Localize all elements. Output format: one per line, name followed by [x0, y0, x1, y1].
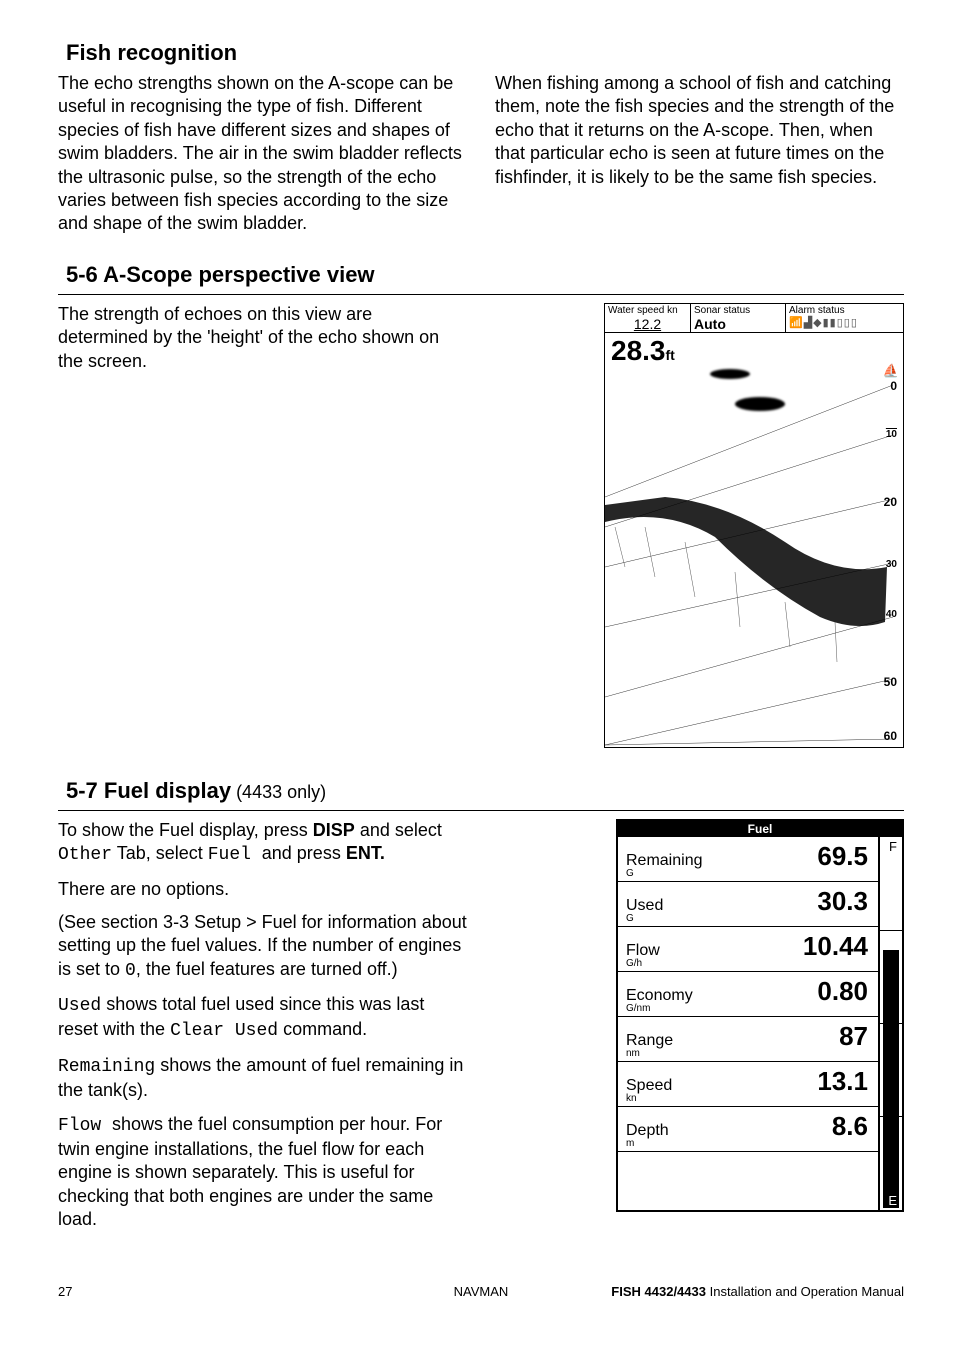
fish-rec-col-b: When fishing among a school of fish and … — [495, 72, 904, 189]
ascope-water-speed: Water speed kn 12.2 — [605, 304, 691, 332]
fuel-screenshot: Fuel RemainingG69.5 UsedG30.3 FlowG/h10.… — [616, 819, 904, 1212]
divider — [58, 294, 904, 295]
section-title-ascope: 5-6 A-Scope perspective view — [58, 262, 904, 288]
fuel-row-flow: FlowG/h10.44 — [618, 927, 878, 972]
alarm-icons: 📶▟◆▮▮▯▯▯ — [789, 316, 900, 329]
fuel-rows: RemainingG69.5 UsedG30.3 FlowG/h10.44 Ec… — [618, 837, 878, 1210]
ascope-perspective-svg — [605, 367, 905, 747]
section-title-fish-recognition: Fish recognition — [58, 40, 904, 66]
gauge-tick — [880, 1023, 902, 1024]
fuel-gauge: F E — [878, 837, 902, 1210]
divider — [58, 810, 904, 811]
fuel-p6: Flow shows the fuel consumption per hour… — [58, 1113, 467, 1232]
fuel-row-economy: EconomyG/nm0.80 — [618, 972, 878, 1017]
footer-doc-title: FISH 4432/4433 Installation and Operatio… — [611, 1284, 904, 1299]
fuel-gauge-fill — [883, 950, 899, 1207]
fuel-panel-title: Fuel — [618, 821, 902, 837]
ascope-alarm-status: Alarm status 📶▟◆▮▮▯▯▯ — [786, 304, 903, 332]
gauge-tick — [880, 1116, 902, 1117]
ascope-body: The strength of echoes on this view are … — [58, 303, 904, 748]
fish-rec-col-a: The echo strengths shown on the A-scope … — [58, 72, 467, 236]
fuel-p3: (See section 3-3 Setup > Fuel for inform… — [58, 911, 467, 983]
gauge-tick — [880, 930, 902, 931]
fuel-p2: There are no options. — [58, 878, 467, 901]
fish-recognition-body: The echo strengths shown on the A-scope … — [58, 72, 904, 246]
fuel-row-speed: Speedkn13.1 — [618, 1062, 878, 1107]
page-footer: 27 NAVMAN FISH 4432/4433 Installation an… — [58, 1284, 904, 1299]
fuel-p1: To show the Fuel display, press DISP and… — [58, 819, 467, 868]
footer-brand: NAVMAN — [454, 1284, 509, 1299]
fuel-p4: Used shows total fuel used since this wa… — [58, 993, 467, 1044]
fuel-row-depth: Depthm8.6 — [618, 1107, 878, 1152]
page-number: 27 — [58, 1284, 72, 1299]
fuel-p5: Remaining shows the amount of fuel remai… — [58, 1054, 467, 1103]
section-title-fuel: 5-7 Fuel display (4433 only) — [58, 778, 904, 804]
ascope-screenshot: Water speed kn 12.2 Sonar status Auto Al… — [604, 303, 904, 748]
fuel-row-remaining: RemainingG69.5 — [618, 837, 878, 882]
terrain-shape — [605, 497, 887, 626]
fuel-gauge-empty: E — [888, 1193, 897, 1208]
ascope-depth: 28.3ft — [605, 333, 681, 367]
fuel-row-used: UsedG30.3 — [618, 882, 878, 927]
fuel-gauge-full: F — [889, 839, 897, 854]
fuel-section-body: To show the Fuel display, press DISP and… — [58, 819, 904, 1242]
fuel-row-range: Rangenm87 — [618, 1017, 878, 1062]
ascope-text: The strength of echoes on this view are … — [58, 303, 467, 373]
ascope-canvas: ⛵ 0 10 20 30 40 50 60 — [605, 367, 903, 747]
ascope-sonar-status: Sonar status Auto — [691, 304, 786, 332]
fuel-row-empty — [618, 1152, 878, 1210]
